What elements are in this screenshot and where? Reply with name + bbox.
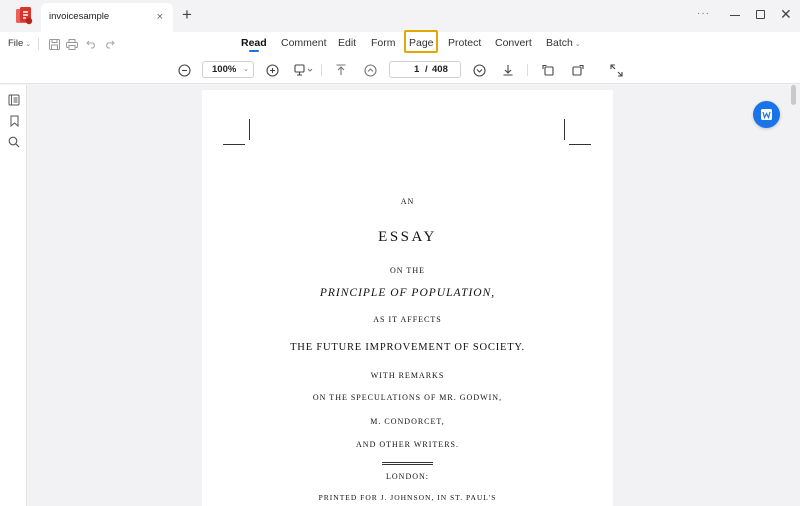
tab-form[interactable]: Form xyxy=(371,37,396,50)
active-tab-indicator xyxy=(249,50,259,52)
crop-mark xyxy=(223,144,245,145)
minimize-button[interactable] xyxy=(730,15,740,16)
title-line-london: LONDON: xyxy=(386,472,429,481)
title-line-an: AN xyxy=(400,197,415,206)
title-line-principle: PRINCIPLE OF POPULATION, xyxy=(319,287,496,299)
zoom-select[interactable]: 100% ⌄ xyxy=(202,61,254,78)
zoom-value: 100% xyxy=(212,64,237,75)
tab-title: invoicesample xyxy=(49,11,110,22)
rotate-right-icon[interactable] xyxy=(570,63,584,77)
last-page-icon[interactable] xyxy=(501,63,515,77)
convert-to-word-button[interactable] xyxy=(753,101,780,128)
previous-page-icon[interactable] xyxy=(363,63,377,77)
fullscreen-icon[interactable] xyxy=(609,63,623,77)
vertical-scrollbar[interactable] xyxy=(788,85,800,506)
tab-edit[interactable]: Edit xyxy=(338,37,356,50)
crop-mark xyxy=(564,119,565,140)
zoom-in-icon[interactable] xyxy=(265,63,279,77)
tab-convert[interactable]: Convert xyxy=(495,37,532,50)
more-options-icon[interactable]: ··· xyxy=(697,8,710,19)
title-line-on-the: ON THE xyxy=(390,266,425,275)
total-pages: 408 xyxy=(432,64,448,75)
title-line-essay: ESSAY xyxy=(378,229,437,245)
divider xyxy=(38,38,39,50)
title-line-as-it-affects: AS IT AFFECTS xyxy=(373,315,442,324)
title-bar: invoicesample × + ··· ✕ xyxy=(0,0,800,32)
tab-read[interactable]: Read xyxy=(241,37,267,50)
first-page-icon[interactable] xyxy=(334,63,348,77)
title-line-other-writers: AND OTHER WRITERS. xyxy=(356,440,459,449)
toolbar: 100% ⌄ 1 / 408 xyxy=(0,56,800,84)
tab-batch[interactable]: Batch ⌄ xyxy=(546,37,581,51)
next-page-icon[interactable] xyxy=(472,63,486,77)
thumbnails-icon[interactable] xyxy=(7,93,21,107)
tab-close-icon[interactable]: × xyxy=(157,11,163,23)
page-display-mode-icon[interactable] xyxy=(293,63,315,77)
chevron-down-icon: ⌄ xyxy=(25,41,32,48)
divider xyxy=(321,64,322,76)
new-tab-button[interactable]: + xyxy=(182,6,192,24)
scrollbar-thumb[interactable] xyxy=(791,85,796,105)
undo-icon[interactable] xyxy=(84,37,98,51)
zoom-out-icon[interactable] xyxy=(177,63,191,77)
document-tab[interactable]: invoicesample × xyxy=(41,3,173,32)
close-window-button[interactable]: ✕ xyxy=(780,6,792,22)
page-separator: / xyxy=(425,64,428,75)
divider xyxy=(527,64,528,76)
tab-batch-label: Batch xyxy=(546,37,573,49)
chevron-down-icon: ⌄ xyxy=(574,41,581,48)
bookmark-icon[interactable] xyxy=(7,114,21,128)
title-line-future-improvement: THE FUTURE IMPROVEMENT OF SOCIETY. xyxy=(290,342,525,353)
title-line-godwin: ON THE SPECULATIONS OF MR. GODWIN, xyxy=(312,393,503,402)
crop-mark xyxy=(249,119,250,140)
maximize-button[interactable] xyxy=(756,10,765,19)
title-line-with-remarks: WITH REMARKS xyxy=(370,371,445,380)
save-icon[interactable] xyxy=(47,37,61,51)
file-menu[interactable]: File ⌄ xyxy=(8,38,31,49)
tab-protect[interactable]: Protect xyxy=(448,37,481,50)
double-rule xyxy=(382,462,433,465)
search-icon[interactable] xyxy=(7,135,21,149)
title-line-printed-for: PRINTED FOR J. JOHNSON, IN ST. PAUL'S xyxy=(318,493,497,502)
page-number-input[interactable]: 1 / 408 xyxy=(389,61,461,78)
file-menu-label: File xyxy=(8,38,24,49)
rotate-left-icon[interactable] xyxy=(541,63,555,77)
page-tab-highlight xyxy=(404,30,438,53)
crop-mark xyxy=(569,144,591,145)
app-logo-icon xyxy=(14,6,34,26)
current-page: 1 xyxy=(414,64,420,75)
word-icon xyxy=(761,109,772,120)
pdf-page: AN ESSAY ON THE PRINCIPLE OF POPULATION,… xyxy=(202,90,613,506)
tab-comment[interactable]: Comment xyxy=(281,37,327,50)
chevron-down-icon: ⌄ xyxy=(243,66,249,73)
print-icon[interactable] xyxy=(65,37,79,51)
left-sidebar xyxy=(0,85,27,506)
title-line-condorcet: M. CONDORCET, xyxy=(370,417,445,426)
menu-bar: File ⌄ Read Comment Edit Form Page Protec… xyxy=(0,32,800,56)
redo-icon[interactable] xyxy=(102,37,116,51)
